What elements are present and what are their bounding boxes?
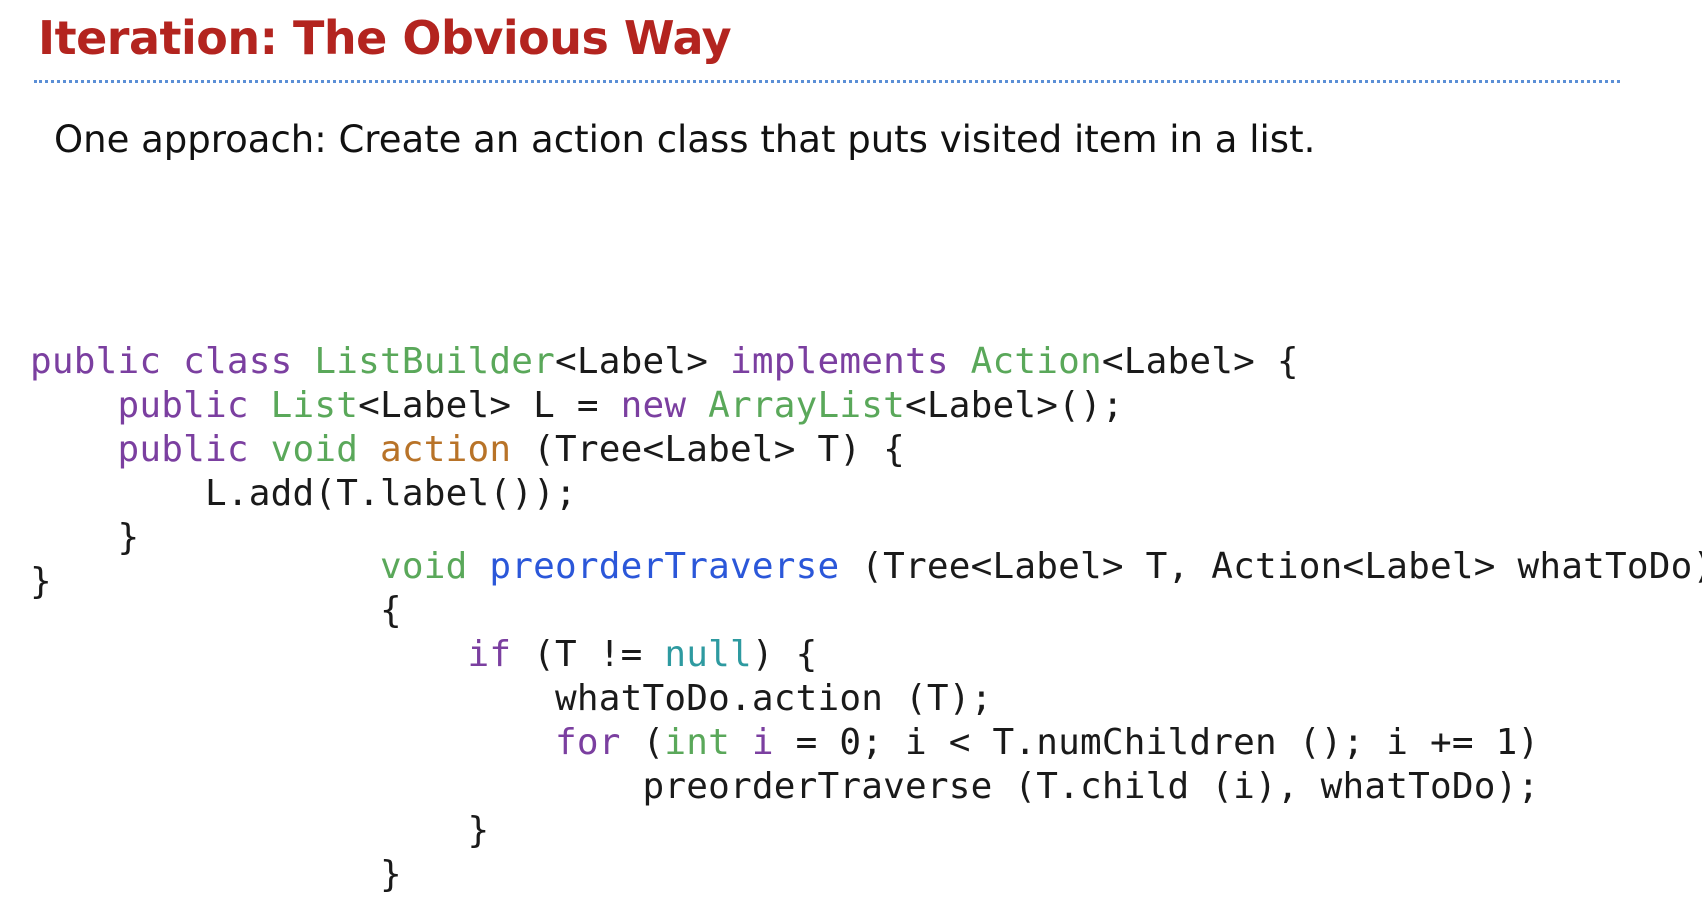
code-token: preorderTraverse	[489, 546, 840, 587]
code-token: List	[270, 385, 359, 426]
code-token: ArrayList	[708, 385, 905, 426]
code-token: action	[380, 429, 512, 470]
code-line: public List<Label> L = new ArrayList<Lab…	[30, 385, 1124, 426]
code-token: void	[270, 429, 380, 470]
code-block-preorder-traverse: void preorderTraverse (Tree<Label> T, Ac…	[380, 545, 1702, 897]
code-token: }	[380, 810, 490, 851]
code-line: }	[30, 517, 139, 558]
code-token: {	[380, 590, 402, 631]
code-line: public class ListBuilder<Label> implemen…	[30, 341, 1299, 382]
code-token: null	[664, 634, 752, 675]
code-line: whatToDo.action (T);	[380, 678, 992, 719]
title-divider	[34, 80, 1620, 83]
code-token: public class	[30, 341, 315, 382]
code-line: for (int i = 0; i < T.numChildren (); i …	[380, 722, 1539, 763]
code-token: Action	[970, 341, 1102, 382]
code-token: void	[380, 546, 490, 587]
code-token: = 0; i < T.numChildren (); i += 1)	[773, 722, 1540, 763]
code-line: if (T != null) {	[380, 634, 818, 675]
code-token: (	[620, 722, 665, 763]
slide-title: Iteration: The Obvious Way	[38, 11, 732, 65]
code-token: (T !=	[511, 634, 665, 675]
code-token: for	[555, 722, 621, 763]
code-token: i	[751, 722, 774, 763]
code-line: {	[380, 590, 402, 631]
code-line: }	[380, 810, 489, 851]
code-token: <Label>();	[905, 385, 1124, 426]
slide-subtitle: One approach: Create an action class tha…	[54, 118, 1316, 161]
code-token: <Label> {	[1101, 341, 1299, 382]
code-token: new	[620, 385, 709, 426]
code-token: <Label>	[555, 341, 730, 382]
code-token: <Label> L =	[358, 385, 621, 426]
code-token: implements	[730, 341, 971, 382]
code-line: }	[380, 854, 402, 895]
code-line: preorderTraverse (T.child (i), whatToDo)…	[380, 766, 1539, 807]
code-token: int	[664, 722, 752, 763]
code-line: void preorderTraverse (Tree<Label> T, Ac…	[380, 546, 1702, 587]
code-token: public	[117, 385, 271, 426]
code-token: }	[380, 854, 402, 895]
code-token: }	[30, 517, 140, 558]
code-token: ) {	[751, 634, 818, 675]
code-line: L.add(T.label());	[30, 473, 577, 514]
code-token: whatToDo.action (T);	[380, 678, 993, 719]
code-token: public	[117, 429, 271, 470]
code-token: }	[30, 561, 52, 602]
code-token: (Tree<Label> T, Action<Label> whatToDo)	[839, 546, 1702, 587]
code-line: }	[30, 561, 52, 602]
code-token: ListBuilder	[314, 341, 555, 382]
code-token: L.add(T.label());	[30, 473, 577, 514]
code-token: if	[467, 634, 512, 675]
code-token: (Tree<Label> T) {	[511, 429, 905, 470]
code-token: preorderTraverse (T.child (i), whatToDo)…	[380, 766, 1540, 807]
code-line: public void action (Tree<Label> T) {	[30, 429, 905, 470]
